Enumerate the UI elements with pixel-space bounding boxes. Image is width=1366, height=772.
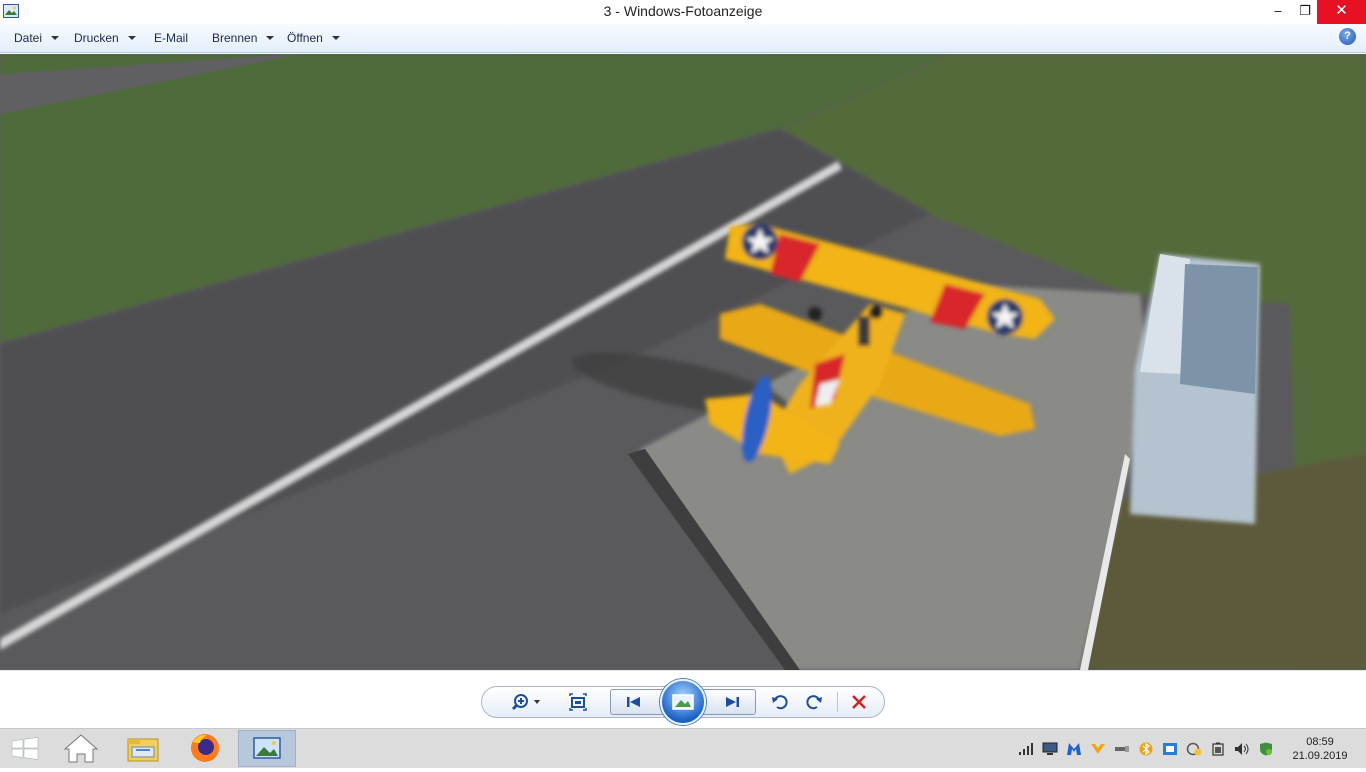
photo-display [0,54,1366,670]
app-tray-icon[interactable] [1162,742,1178,756]
update-icon[interactable] [1186,742,1202,756]
menu-oeffnen-label: Öffnen [287,31,323,45]
rotate-right-icon [806,695,822,710]
security-icon[interactable] [1258,742,1274,756]
menu-drucken-label: Drucken [74,31,119,45]
rotate-left-icon [772,695,788,710]
control-separator [837,692,838,712]
bluetooth-icon[interactable] [1138,742,1154,756]
menu-bar: Datei Drucken E-Mail Brennen Öffnen [0,24,1366,53]
aerial-biplane-photo [0,54,1366,670]
chevron-down-icon [266,36,275,40]
clock-time: 08:59 [1306,736,1334,748]
slideshow-button[interactable] [660,679,706,725]
start-button[interactable] [0,730,50,767]
menu-datei-label: Datei [14,31,43,45]
taskbar-home[interactable] [52,730,110,767]
malwarebytes-icon[interactable] [1066,742,1082,756]
maximize-button[interactable]: ❐ [1290,0,1320,24]
window-title: 3 - Windows-Fotoanzeige [603,3,763,19]
menu-brennen[interactable]: Brennen [212,31,275,45]
delete-icon [852,695,866,709]
chevron-down-icon [51,36,60,40]
menu-brennen-label: Brennen [212,31,258,45]
rotate-left-button[interactable] [768,690,792,714]
volume-icon[interactable] [1234,742,1250,756]
fit-window-button[interactable] [566,690,590,714]
menu-drucken[interactable]: Drucken [74,31,136,45]
usb-icon[interactable] [1114,742,1130,756]
fit-window-icon [569,693,587,711]
file-explorer-icon [127,738,159,762]
menu-datei[interactable]: Datei [14,31,60,45]
start-icon [11,737,39,760]
chevron-down-icon [331,36,340,40]
slideshow-icon [672,694,694,710]
taskbar-file-explorer[interactable] [114,730,172,767]
shield-icon[interactable] [1090,742,1106,756]
zoom-button[interactable] [508,690,544,714]
previous-icon [627,697,640,707]
help-icon[interactable]: ? [1339,28,1356,45]
home-icon [63,734,99,763]
taskbar-photo-viewer[interactable] [238,730,296,767]
minimize-button[interactable]: – [1263,0,1293,24]
menu-oeffnen[interactable]: Öffnen [287,31,340,45]
battery-icon[interactable] [1210,742,1226,756]
delete-button[interactable] [847,690,871,714]
next-button[interactable] [718,690,746,714]
taskbar-firefox[interactable] [176,730,234,767]
menu-email[interactable]: E-Mail [154,31,188,45]
menu-email-label: E-Mail [154,31,189,45]
chevron-down-icon [127,36,136,40]
network-icon[interactable] [1042,742,1058,756]
photo-viewer-icon [253,737,281,759]
clock-date: 21.09.2019 [1292,750,1348,762]
close-button[interactable]: ✕ [1317,0,1366,24]
firefox-icon [191,734,219,762]
taskbar-clock[interactable]: 08:59 21.09.2019 [1290,735,1350,763]
rotate-right-button[interactable] [802,690,826,714]
zoom-icon [511,694,540,711]
previous-button[interactable] [620,690,648,714]
signal-icon[interactable] [1018,742,1034,756]
next-icon [726,697,739,707]
title-bar: 3 - Windows-Fotoanzeige – ❐ ✕ [0,0,1366,24]
